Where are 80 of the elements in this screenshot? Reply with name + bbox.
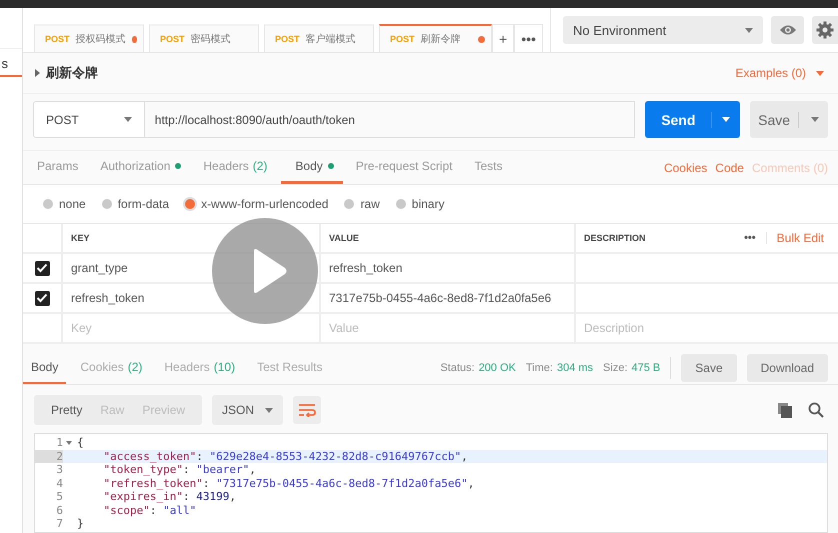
- code-line: "token_type": "bearer",: [102, 463, 256, 476]
- response-tab[interactable]: Cookies (2): [72, 352, 150, 384]
- column-header: DESCRIPTION: [584, 233, 646, 243]
- response-tab[interactable]: Body: [23, 352, 66, 384]
- code-line: "scope": "all": [102, 504, 196, 517]
- checkbox[interactable]: [34, 260, 50, 276]
- radio-button[interactable]: [102, 199, 112, 209]
- radio-button[interactable]: [396, 199, 406, 209]
- column-header: VALUE: [329, 233, 359, 243]
- request-tab[interactable]: POST 客户端模式: [264, 24, 374, 52]
- radio-label[interactable]: form-data: [118, 197, 170, 211]
- description-field[interactable]: Description: [584, 321, 784, 335]
- expand-arrow-icon[interactable]: [35, 69, 40, 77]
- request-link[interactable]: Cookies: [664, 160, 708, 174]
- line-number: 1: [55, 436, 63, 450]
- format-select[interactable]: JSON: [212, 395, 284, 425]
- request-name: 刷新令牌: [46, 64, 99, 82]
- key-field[interactable]: Key: [71, 321, 271, 335]
- line-number: 4: [55, 476, 63, 490]
- code-line: "refresh_token": "7317e75b-0455-4a6c-8ed8-7f1d2a0fa5e6",: [102, 476, 474, 490]
- radio-label[interactable]: none: [59, 197, 86, 211]
- fold-arrow-icon[interactable]: [66, 440, 72, 445]
- more-button[interactable]: •••: [514, 24, 543, 52]
- code-line: {: [76, 436, 84, 450]
- line-number: 3: [55, 463, 63, 476]
- line-number: 7: [55, 517, 63, 530]
- request-section-tab[interactable]: Headers (2): [203, 151, 276, 184]
- request-section-tab[interactable]: Tests: [474, 151, 512, 184]
- radio-label[interactable]: raw: [360, 197, 380, 211]
- table-cell[interactable]: 7317e75b-0455-4a6c-8ed8-7f1d2a0fa5e6: [329, 291, 552, 305]
- examples-link[interactable]: Examples (0): [735, 66, 806, 80]
- line-number: 2: [35, 450, 63, 463]
- status-label: Time:: [526, 362, 553, 374]
- column-header: KEY: [71, 233, 90, 243]
- table-cell[interactable]: refresh_token: [71, 291, 144, 305]
- code-line: }: [76, 517, 84, 530]
- request-section-tab[interactable]: Pre-request Script: [356, 151, 462, 184]
- request-section-tab[interactable]: Authorization: [100, 151, 190, 184]
- url-field[interactable]: http://localhost:8090/auth/oauth/token: [144, 101, 636, 138]
- radio-label[interactable]: x-www-form-urlencoded: [201, 197, 328, 211]
- environment-select[interactable]: No Environment: [563, 16, 763, 44]
- bulk-edit-link[interactable]: Bulk Edit: [776, 231, 838, 245]
- send-button[interactable]: Send: [645, 101, 740, 138]
- status-value: 475 B: [632, 362, 660, 374]
- request-tab[interactable]: POST 密码模式: [149, 24, 259, 52]
- eye-icon[interactable]: [771, 16, 804, 44]
- radio-button[interactable]: [185, 199, 196, 209]
- code-line: "access_token": "629e28e4-8553-4232-82d8-c91649767ccb",: [102, 450, 468, 463]
- status-value: 200 OK: [478, 362, 516, 374]
- status-label: Status:: [440, 362, 475, 374]
- code-line: "expires_in": 43199,: [102, 490, 236, 504]
- save-button[interactable]: Save: [681, 354, 737, 382]
- code-editor[interactable]: 1 { 2 "access_token": "629e28e4-8553-4232-82d8-c91649767ccb", 3 "token_type": "bearer", 4 "refresh_token": "7317e75b-0455-4a6c-8ed8-7f1d2a0fa5e6", 5 "expires_in": 43199, 6 "scope": "all" 7 }: [34, 433, 828, 533]
- caret-icon[interactable]: [816, 70, 824, 76]
- more-button[interactable]: •••: [744, 232, 767, 244]
- request-link[interactable]: Code: [715, 160, 744, 174]
- table-cell[interactable]: grant_type: [71, 261, 128, 275]
- checkbox[interactable]: [34, 290, 50, 306]
- line-number: 6: [55, 504, 63, 517]
- request-section-tab[interactable]: Params: [37, 151, 88, 184]
- radio-button[interactable]: [344, 199, 354, 209]
- download-button[interactable]: Download: [746, 354, 828, 382]
- view-mode-tab[interactable]: Pretty: [42, 403, 92, 417]
- radio-label[interactable]: binary: [412, 197, 444, 211]
- line-number: 5: [55, 490, 63, 504]
- status-label: Size:: [603, 362, 628, 374]
- value-field[interactable]: Value: [329, 321, 529, 335]
- table-cell[interactable]: refresh_token: [329, 261, 402, 275]
- wrap-icon[interactable]: [293, 396, 322, 424]
- new-tab-button[interactable]: +: [492, 24, 514, 52]
- request-tab[interactable]: POST 授权码模式: [34, 24, 144, 52]
- method-select[interactable]: POST: [33, 101, 145, 138]
- response-tab[interactable]: Headers (10): [156, 352, 244, 384]
- search-icon[interactable]: [808, 402, 824, 418]
- save-button[interactable]: Save: [750, 101, 828, 138]
- status-value: 304 ms: [556, 362, 594, 374]
- copy-icon[interactable]: [778, 402, 792, 418]
- request-tab[interactable]: POST 刷新令牌: [379, 24, 492, 52]
- radio-button[interactable]: [43, 199, 53, 209]
- settings-icon[interactable]: [812, 16, 838, 44]
